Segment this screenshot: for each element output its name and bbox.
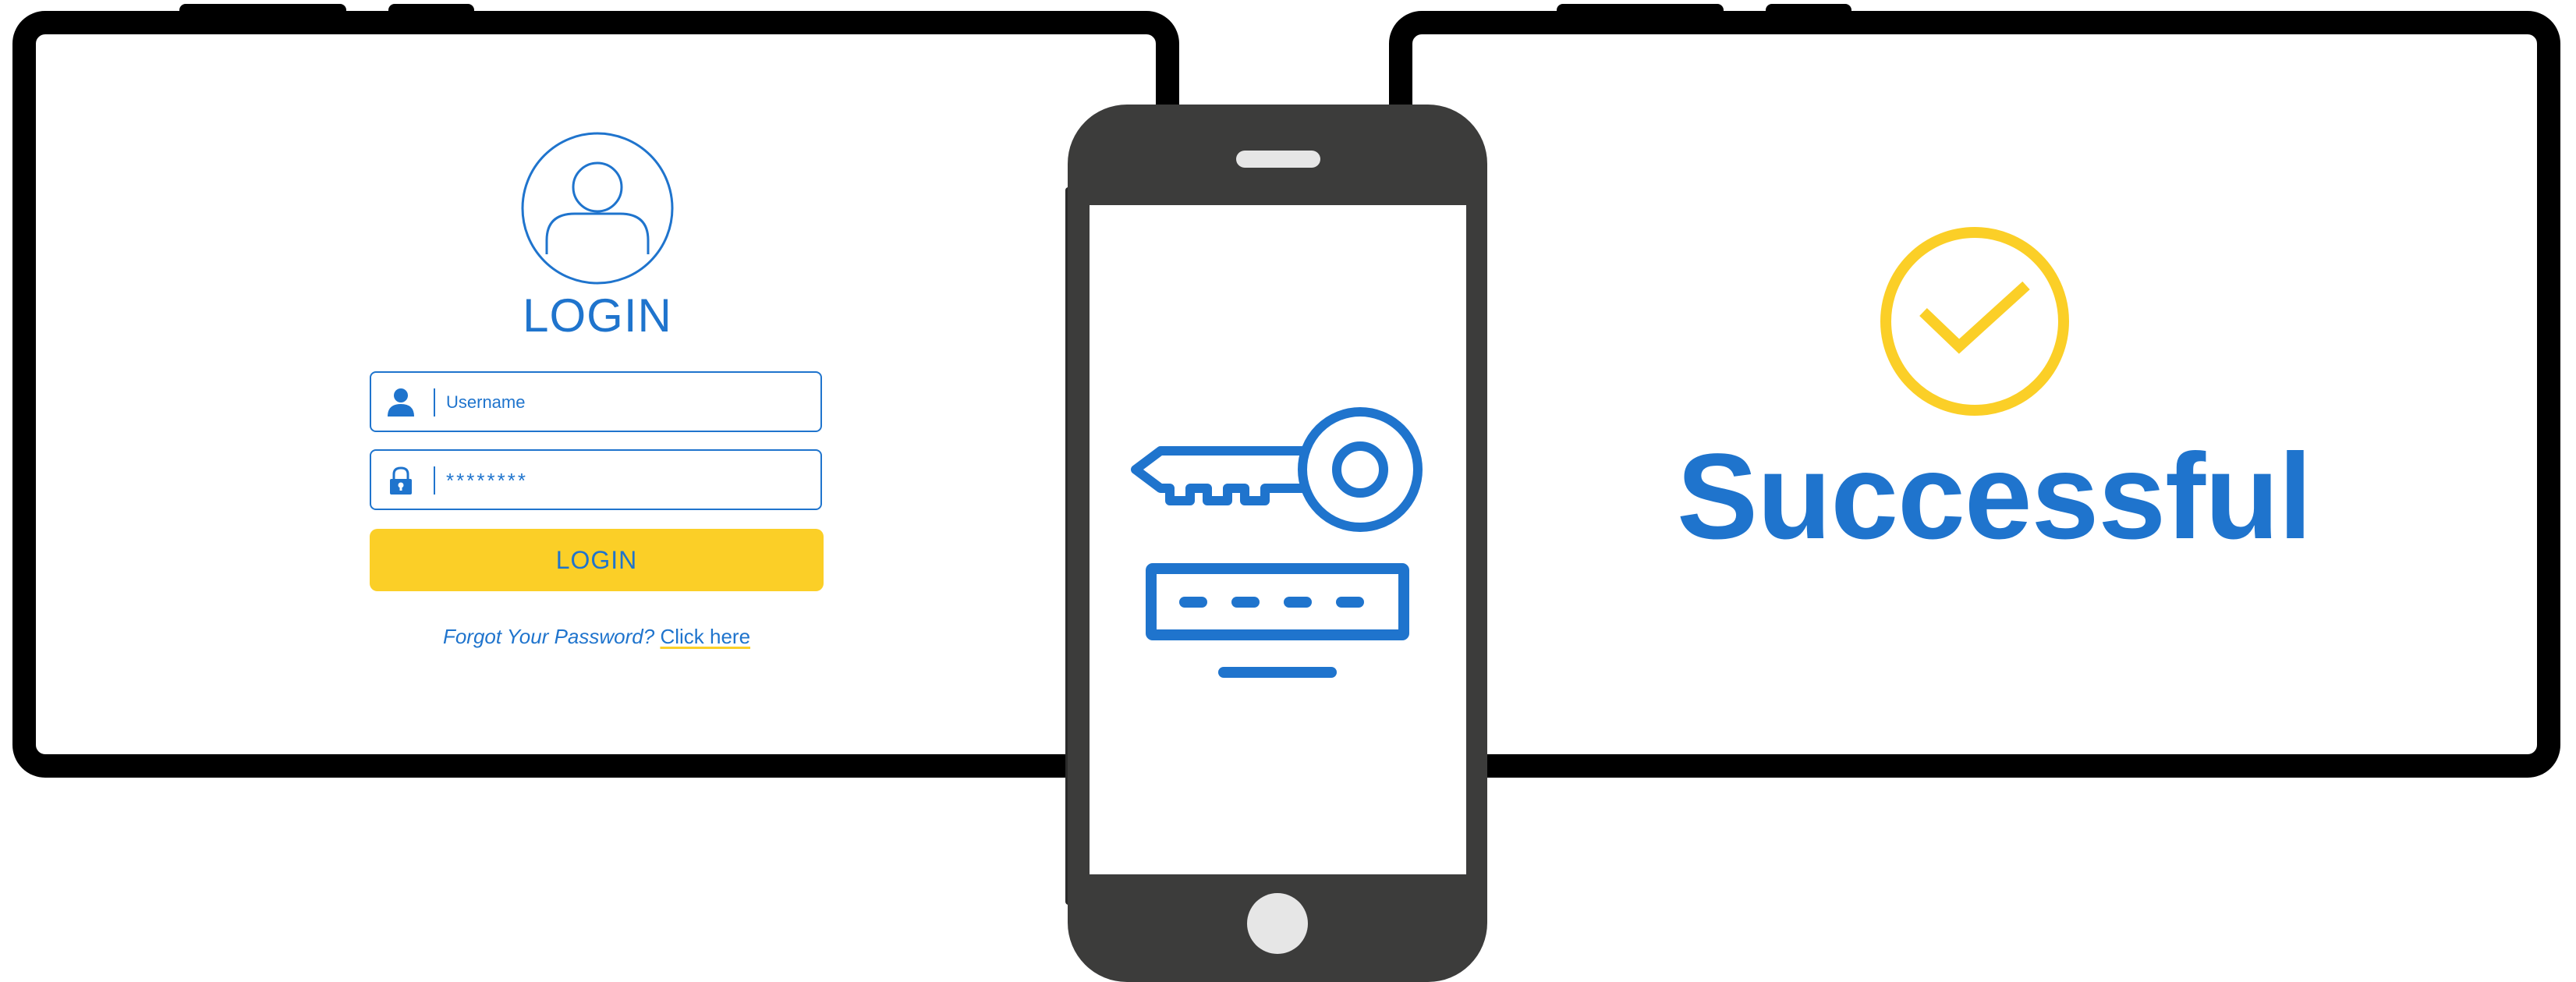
click-here-link[interactable]: Click here xyxy=(660,625,750,648)
phone-speaker xyxy=(1236,151,1320,168)
username-field[interactable] xyxy=(370,371,822,432)
key-icon xyxy=(1131,407,1423,532)
phone-home-button[interactable] xyxy=(1247,893,1308,954)
password-input[interactable] xyxy=(446,459,805,502)
username-input[interactable] xyxy=(446,381,805,424)
field-divider xyxy=(434,466,435,495)
forgot-password-text: Forgot Your Password? xyxy=(442,625,655,648)
padlock-icon xyxy=(390,466,412,495)
login-title: LOGIN xyxy=(523,289,672,342)
check-circle-icon xyxy=(1880,227,2069,416)
user-avatar-icon xyxy=(521,132,674,285)
phone-screen xyxy=(1090,205,1466,874)
password-field[interactable] xyxy=(370,449,822,510)
password-entry-icon xyxy=(1146,563,1409,678)
login-button[interactable]: LOGIN xyxy=(370,529,824,591)
forgot-password-line: Forgot Your Password? Click here xyxy=(370,625,824,649)
user-icon xyxy=(388,388,414,417)
field-divider xyxy=(434,388,435,417)
success-message: Successful xyxy=(1677,429,2312,565)
